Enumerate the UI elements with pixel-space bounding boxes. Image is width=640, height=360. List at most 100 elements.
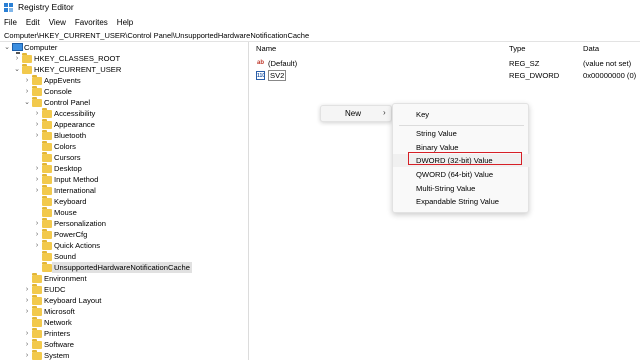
submenu-item-multi-string-value[interactable]: Multi-String Value xyxy=(393,182,530,195)
folder-icon xyxy=(42,218,52,228)
expand-chevron-icon[interactable]: › xyxy=(33,240,41,251)
address-bar[interactable]: Computer\HKEY_CURRENT_USER\Control Panel… xyxy=(0,30,640,42)
value-data: 0x00000000 (0) xyxy=(583,71,637,80)
expand-chevron-icon[interactable]: ⌄ xyxy=(3,42,11,53)
folder-icon xyxy=(42,119,52,129)
expand-chevron-icon[interactable]: › xyxy=(33,130,41,141)
tree-item[interactable]: › AppEvents xyxy=(0,75,248,86)
expand-chevron-icon[interactable]: › xyxy=(33,163,41,174)
folder-icon xyxy=(42,108,52,118)
tree-item[interactable]: › Bluetooth xyxy=(0,130,248,141)
tree-item-label: Accessibility xyxy=(54,109,96,118)
tree-item-label: Microsoft xyxy=(44,307,75,316)
expand-chevron-icon xyxy=(33,262,41,273)
tree-item[interactable]: › Microsoft xyxy=(0,306,248,317)
expand-chevron-icon[interactable]: ⌄ xyxy=(23,97,31,108)
tree-item[interactable]: Mouse xyxy=(0,207,248,218)
tree-item[interactable]: › PowerCfg xyxy=(0,229,248,240)
column-name-header[interactable]: Name xyxy=(256,42,276,55)
tree-item-label: Personalization xyxy=(54,219,106,228)
pane-splitter[interactable] xyxy=(248,42,249,360)
tree-item[interactable]: Keyboard xyxy=(0,196,248,207)
folder-icon xyxy=(42,185,52,195)
expand-chevron-icon xyxy=(33,152,41,163)
folder-icon xyxy=(32,306,42,316)
registry-tree[interactable]: ⌄ Computer › HKEY_CLASSES_ROOT ⌄ HKEY_CURRENT… xyxy=(0,42,248,360)
tree-item[interactable]: › International xyxy=(0,185,248,196)
folder-icon xyxy=(32,273,42,283)
menu-view[interactable]: View xyxy=(49,18,66,27)
menu-favorites[interactable]: Favorites xyxy=(75,18,108,27)
tree-item-label: International xyxy=(54,186,96,195)
folder-icon xyxy=(32,328,42,338)
value-row-sv2[interactable]: 110 SV2 REG_DWORD 0x00000000 (0) xyxy=(252,70,640,81)
tree-item[interactable]: › EUDC xyxy=(0,284,248,295)
menu-file[interactable]: File xyxy=(4,18,17,27)
expand-chevron-icon xyxy=(23,273,31,284)
tree-item-label: Desktop xyxy=(54,164,82,173)
tree-item[interactable]: › Keyboard Layout xyxy=(0,295,248,306)
tree-item[interactable]: › Console xyxy=(0,86,248,97)
folder-icon xyxy=(22,64,32,74)
context-menu-new[interactable]: New › xyxy=(320,105,392,122)
menu-edit[interactable]: Edit xyxy=(26,18,40,27)
expand-chevron-icon[interactable]: › xyxy=(23,306,31,317)
tree-item[interactable]: › Input Method xyxy=(0,174,248,185)
menu-bar: File Edit View Favorites Help xyxy=(0,16,640,28)
tree-item-label: HKEY_CLASSES_ROOT xyxy=(34,54,121,63)
tree-item[interactable]: UnsupportedHardwareNotificationCache xyxy=(0,262,248,273)
expand-chevron-icon[interactable]: › xyxy=(23,295,31,306)
value-row-default[interactable]: ab (Default) REG_SZ (value not set) xyxy=(252,58,640,69)
submenu-item-key[interactable]: Key xyxy=(393,108,530,121)
expand-chevron-icon[interactable]: ⌄ xyxy=(13,64,21,75)
tree-item[interactable]: Environment xyxy=(0,273,248,284)
folder-icon xyxy=(42,152,52,162)
folder-icon xyxy=(32,75,42,85)
expand-chevron-icon[interactable]: › xyxy=(23,328,31,339)
menu-help[interactable]: Help xyxy=(117,18,133,27)
window-title: Registry Editor xyxy=(18,2,74,12)
tree-item[interactable]: › Appearance xyxy=(0,119,248,130)
expand-chevron-icon[interactable]: › xyxy=(23,339,31,350)
expand-chevron-icon[interactable]: › xyxy=(23,350,31,360)
tree-item[interactable]: ⌄ HKEY_CURRENT_USER xyxy=(0,64,248,75)
tree-item[interactable]: › Personalization xyxy=(0,218,248,229)
tree-item[interactable]: Network xyxy=(0,317,248,328)
expand-chevron-icon[interactable]: › xyxy=(33,185,41,196)
tree-item-label: EUDC xyxy=(44,285,66,294)
expand-chevron-icon[interactable]: › xyxy=(23,75,31,86)
tree-item[interactable]: › Printers xyxy=(0,328,248,339)
submenu-item-qword-value[interactable]: QWORD (64-bit) Value xyxy=(393,168,530,181)
expand-chevron-icon[interactable]: › xyxy=(23,284,31,295)
tree-item[interactable]: Sound xyxy=(0,251,248,262)
tree-item[interactable]: › Accessibility xyxy=(0,108,248,119)
tree-item-label: AppEvents xyxy=(44,76,81,85)
expand-chevron-icon[interactable]: › xyxy=(33,218,41,229)
tree-item[interactable]: Cursors xyxy=(0,152,248,163)
highlight-box xyxy=(408,152,522,165)
expand-chevron-icon[interactable]: › xyxy=(33,108,41,119)
expand-chevron-icon[interactable]: › xyxy=(13,53,21,64)
tree-item-label: Environment xyxy=(44,274,87,283)
tree-item[interactable]: › Software xyxy=(0,339,248,350)
folder-icon xyxy=(42,229,52,239)
tree-item[interactable]: › Quick Actions xyxy=(0,240,248,251)
folder-icon xyxy=(32,97,42,107)
tree-item[interactable]: › HKEY_CLASSES_ROOT xyxy=(0,53,248,64)
folder-icon xyxy=(32,86,42,96)
tree-item[interactable]: ⌄ Computer xyxy=(0,42,248,54)
column-data-header[interactable]: Data xyxy=(583,42,599,55)
tree-item[interactable]: Colors xyxy=(0,141,248,152)
submenu-item-string-value[interactable]: String Value xyxy=(393,127,530,140)
tree-item[interactable]: › Desktop xyxy=(0,163,248,174)
tree-item-label: Appearance xyxy=(54,120,95,129)
column-type-header[interactable]: Type xyxy=(509,42,525,55)
expand-chevron-icon[interactable]: › xyxy=(33,119,41,130)
tree-item[interactable]: › System xyxy=(0,350,248,360)
tree-item[interactable]: ⌄ Control Panel xyxy=(0,97,248,108)
submenu-item-expandable-string-value[interactable]: Expandable String Value xyxy=(393,195,530,208)
tree-item-label: Quick Actions xyxy=(54,241,101,250)
expand-chevron-icon[interactable]: › xyxy=(33,174,41,185)
expand-chevron-icon[interactable]: › xyxy=(23,86,31,97)
expand-chevron-icon[interactable]: › xyxy=(33,229,41,240)
